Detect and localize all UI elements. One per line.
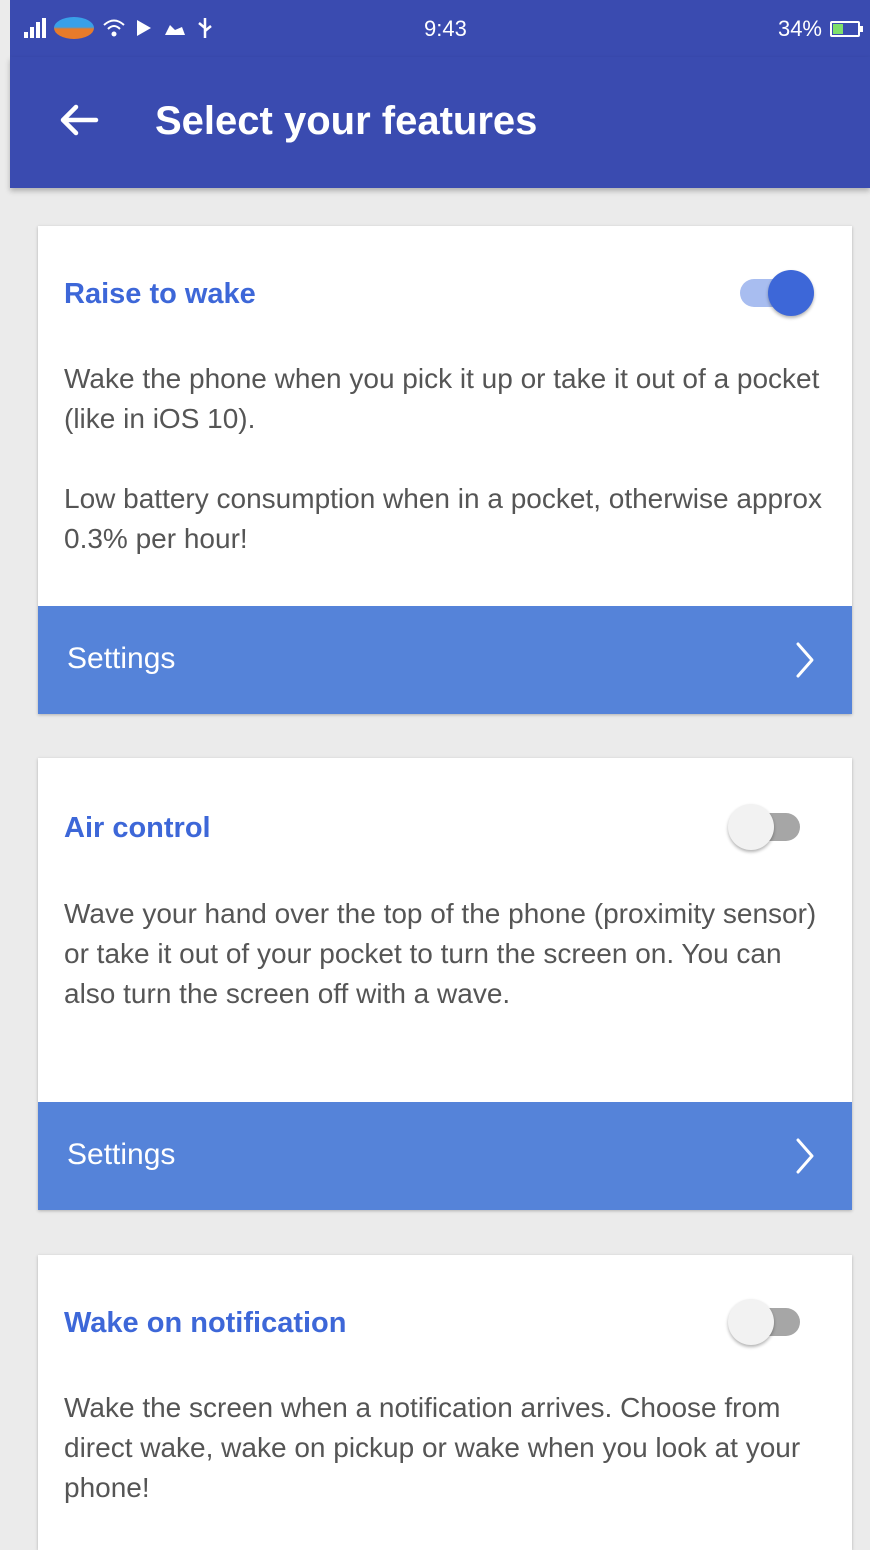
status-bar: 9:43 34% bbox=[10, 0, 870, 57]
cloud-icon bbox=[165, 25, 185, 35]
chevron-right-icon bbox=[796, 1138, 814, 1174]
feature-title: Air control bbox=[64, 812, 211, 844]
feature-title: Wake on notification bbox=[64, 1307, 347, 1339]
wake-on-notification-toggle[interactable] bbox=[728, 1295, 808, 1349]
toggle-thumb bbox=[768, 270, 814, 316]
settings-label: Settings bbox=[67, 642, 176, 675]
cast-icon bbox=[137, 20, 151, 36]
feature-title: Raise to wake bbox=[64, 278, 256, 310]
air-control-toggle[interactable] bbox=[728, 800, 808, 854]
feature-card-wake-on-notification: Wake on notification Wake the screen whe… bbox=[38, 1255, 852, 1550]
status-time: 9:43 bbox=[424, 16, 467, 41]
wifi-icon bbox=[103, 19, 125, 37]
chevron-right-icon bbox=[796, 642, 814, 678]
feature-card-air-control: Air control Wave your hand over the top … bbox=[38, 758, 852, 1210]
feature-card-raise-to-wake: Raise to wake Wake the phone when you pi… bbox=[38, 226, 852, 714]
status-icons bbox=[24, 14, 214, 42]
battery-status: 34% bbox=[777, 16, 863, 42]
usb-icon bbox=[198, 18, 212, 38]
toggle-thumb bbox=[728, 1299, 774, 1345]
page-title: Select your features bbox=[155, 99, 538, 143]
feature-description-secondary: Low battery consumption when in a pocket… bbox=[64, 483, 822, 554]
settings-button[interactable]: Settings bbox=[38, 1102, 852, 1210]
feature-description: Wake the screen when a notification arri… bbox=[64, 1392, 801, 1503]
feature-description: Wake the phone when you pick it up or ta… bbox=[64, 363, 820, 434]
settings-label: Settings bbox=[67, 1138, 176, 1171]
back-arrow-icon[interactable] bbox=[56, 97, 102, 143]
settings-button[interactable]: Settings bbox=[38, 606, 852, 714]
app-bar: Select your features bbox=[10, 57, 870, 188]
battery-icon bbox=[830, 21, 863, 37]
battery-percent: 34% bbox=[777, 16, 822, 41]
carrier-icon bbox=[54, 17, 94, 39]
raise-to-wake-toggle[interactable] bbox=[734, 266, 814, 320]
feature-description: Wave your hand over the top of the phone… bbox=[64, 898, 817, 1009]
signal-icon bbox=[24, 18, 46, 38]
toggle-thumb bbox=[728, 804, 774, 850]
